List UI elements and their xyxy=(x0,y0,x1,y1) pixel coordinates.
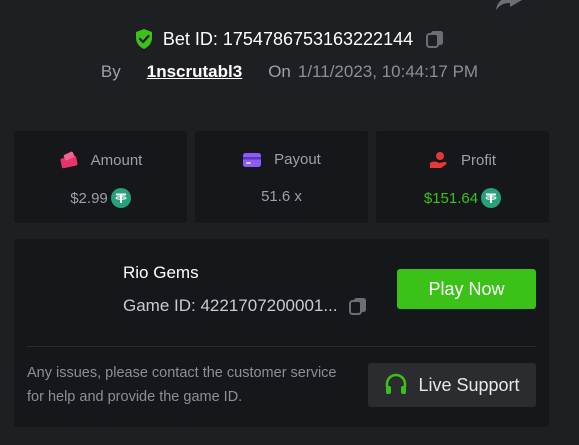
wallet-icon xyxy=(60,151,78,169)
profit-label: Profit xyxy=(460,151,496,169)
game-panel: Rio Gems Game ID: 4221707200001... Play … xyxy=(14,239,549,427)
profit-value: $151.64 xyxy=(423,189,479,207)
bet-details-page: Bet ID: 1754786753163222144 By 1nscrutab… xyxy=(0,0,579,445)
bet-timestamp: 1/11/2023, 10:44:17 PM xyxy=(297,62,479,81)
play-now-button[interactable]: Play Now xyxy=(397,269,536,309)
profit-card: Profit $151.64 xyxy=(376,131,549,223)
copy-icon[interactable] xyxy=(425,29,445,49)
game-id-row: Game ID: 4221707200001... xyxy=(123,296,368,316)
tether-icon xyxy=(481,188,502,208)
game-name: Rio Gems xyxy=(123,263,199,282)
amount-label: Amount xyxy=(90,151,143,169)
bet-id: Bet ID: 1754786753163222144 xyxy=(162,28,414,49)
username-link[interactable]: 1nscrutabl3 xyxy=(147,62,242,82)
payout-card: Payout 51.6 x xyxy=(195,131,368,223)
payout-label: Payout xyxy=(274,151,321,168)
divider xyxy=(27,346,536,347)
bet-meta-row: By 1nscrutabl3 On 1/11/2023, 10:44:17 PM xyxy=(0,62,579,82)
bet-id-row: Bet ID: 1754786753163222144 xyxy=(0,28,579,50)
share-icon[interactable] xyxy=(494,0,522,14)
amount-card: Amount $2.99 xyxy=(14,131,187,223)
on-label: On xyxy=(268,62,291,81)
payout-value: 51.6 x xyxy=(261,188,302,205)
tether-icon xyxy=(110,188,131,208)
live-support-label: Live Support xyxy=(418,374,520,395)
game-id: Game ID: 4221707200001... xyxy=(123,296,338,315)
copy-icon[interactable] xyxy=(348,296,368,316)
amount-value: $2.99 xyxy=(70,189,108,207)
card-icon xyxy=(243,152,262,167)
hand-coin-icon xyxy=(429,152,447,168)
by-label: By xyxy=(100,62,121,81)
support-info-text: Any issues, please contact the customer … xyxy=(27,365,337,405)
live-support-button[interactable]: Live Support xyxy=(368,363,536,407)
headset-icon xyxy=(386,373,407,394)
verified-shield-icon xyxy=(135,29,152,49)
